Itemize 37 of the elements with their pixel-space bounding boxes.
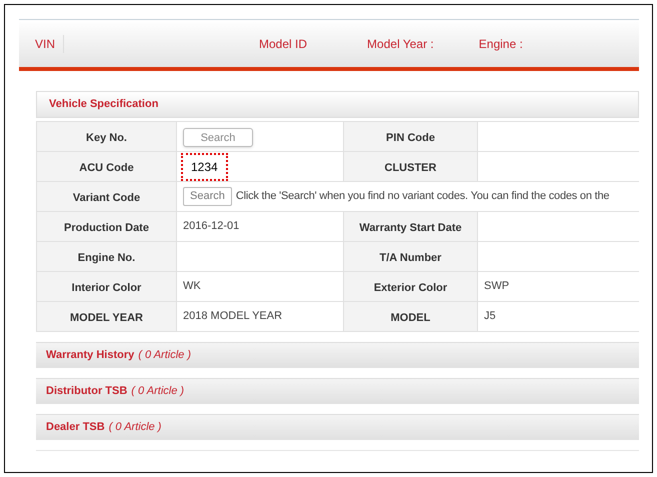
search-button[interactable]: Search bbox=[183, 128, 253, 148]
header-field-label: Engine : bbox=[478, 36, 523, 52]
section-header[interactable]: Distributor TSB ( 0 Article ) bbox=[36, 378, 639, 404]
header-field-label: Model ID bbox=[259, 36, 308, 52]
field-label: MODEL bbox=[390, 312, 430, 324]
help-text: Click the 'Search' when you find no variant codes. You can find the codes on the bbox=[236, 189, 610, 204]
field-label: Exterior Color bbox=[374, 282, 448, 294]
search-button[interactable]: Search bbox=[183, 187, 232, 206]
field-label: MODEL YEAR bbox=[70, 312, 143, 324]
field-label: Engine No. bbox=[78, 252, 136, 264]
section-title: Distributor TSB bbox=[46, 384, 128, 400]
section-header[interactable]: Dealer TSB ( 0 Article ) bbox=[36, 414, 639, 440]
field-label: Warranty Start Date bbox=[359, 222, 462, 234]
section-header[interactable]: Vehicle Specification bbox=[36, 91, 639, 118]
field-value: SWP bbox=[484, 280, 510, 292]
field-label: CLUSTER bbox=[384, 162, 436, 174]
field-label: Production Date bbox=[64, 222, 149, 234]
field-label: Variant Code bbox=[72, 192, 140, 204]
field-label: Key No. bbox=[86, 132, 127, 144]
header-field-label: VIN bbox=[19, 34, 64, 52]
field-value: J5 bbox=[484, 310, 496, 322]
field-label: ACU Code bbox=[79, 162, 134, 174]
article-count: ( 0 Article ) bbox=[108, 420, 162, 436]
article-count: ( 0 Article ) bbox=[138, 348, 191, 364]
field-value: WK bbox=[183, 280, 201, 292]
field-value: 2018 MODEL YEAR bbox=[183, 310, 282, 322]
section-header[interactable]: Warranty History ( 0 Article ) bbox=[36, 342, 639, 368]
header-field-label: Model Year : bbox=[367, 36, 434, 52]
field-label: T/A Number bbox=[380, 252, 442, 264]
field-label: PIN Code bbox=[386, 132, 435, 144]
article-count: ( 0 Article ) bbox=[131, 384, 184, 400]
section-title: Warranty History bbox=[46, 348, 134, 364]
acu-code-value: 1234 bbox=[181, 152, 228, 180]
field-value: 2016-12-01 bbox=[183, 220, 240, 232]
section-title: Dealer TSB bbox=[46, 420, 105, 436]
field-label: Interior Color bbox=[72, 282, 142, 294]
section-title: Vehicle Specification bbox=[49, 97, 158, 112]
